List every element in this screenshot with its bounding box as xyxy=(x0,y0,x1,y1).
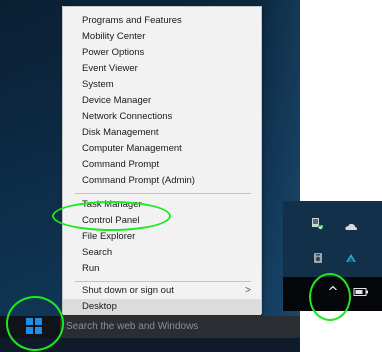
cloud-icon[interactable] xyxy=(344,220,358,234)
menu-separator xyxy=(75,193,251,194)
battery-icon[interactable] xyxy=(353,287,369,297)
menu-item-command-prompt[interactable]: Command Prompt xyxy=(63,157,261,173)
menu-item-run[interactable]: Run xyxy=(63,261,261,277)
menu-separator xyxy=(75,281,251,282)
menu-item-event-viewer[interactable]: Event Viewer xyxy=(63,61,261,77)
show-hidden-icons-chevron-icon[interactable]: ^ xyxy=(326,284,340,300)
graphics-icon[interactable] xyxy=(344,251,358,265)
menu-item-desktop[interactable]: Desktop xyxy=(63,299,261,315)
chevron-right-icon: > xyxy=(245,285,251,296)
menu-item-task-manager[interactable]: Task Manager xyxy=(63,197,261,213)
menu-item-system[interactable]: System xyxy=(63,77,261,93)
start-button[interactable] xyxy=(26,318,44,336)
menu-item-computer-management[interactable]: Computer Management xyxy=(63,141,261,157)
windows-logo-icon xyxy=(26,318,42,334)
menu-item-command-prompt-admin[interactable]: Command Prompt (Admin) xyxy=(63,173,261,189)
hidden-icons-flyout xyxy=(283,201,382,277)
menu-item-programs-and-features[interactable]: Programs and Features xyxy=(63,13,261,29)
menu-item-network-connections[interactable]: Network Connections xyxy=(63,109,261,125)
menu-item-search[interactable]: Search xyxy=(63,245,261,261)
menu-item-disk-management[interactable]: Disk Management xyxy=(63,125,261,141)
volume-device-icon[interactable] xyxy=(311,251,325,265)
menu-item-label: Shut down or sign out xyxy=(82,285,174,296)
menu-item-control-panel[interactable]: Control Panel xyxy=(63,213,261,229)
menu-item-mobility-center[interactable]: Mobility Center xyxy=(63,29,261,45)
menu-item-shut-down-or-sign-out[interactable]: Shut down or sign out > xyxy=(63,283,261,299)
winx-context-menu: Programs and Features Mobility Center Po… xyxy=(62,6,262,315)
taskbar-edge xyxy=(0,338,300,352)
menu-item-power-options[interactable]: Power Options xyxy=(63,45,261,61)
network-shield-icon[interactable] xyxy=(311,217,325,231)
menu-item-file-explorer[interactable]: File Explorer xyxy=(63,229,261,245)
taskbar-search-box[interactable]: Search the web and Windows xyxy=(60,316,300,338)
menu-item-device-manager[interactable]: Device Manager xyxy=(63,93,261,109)
